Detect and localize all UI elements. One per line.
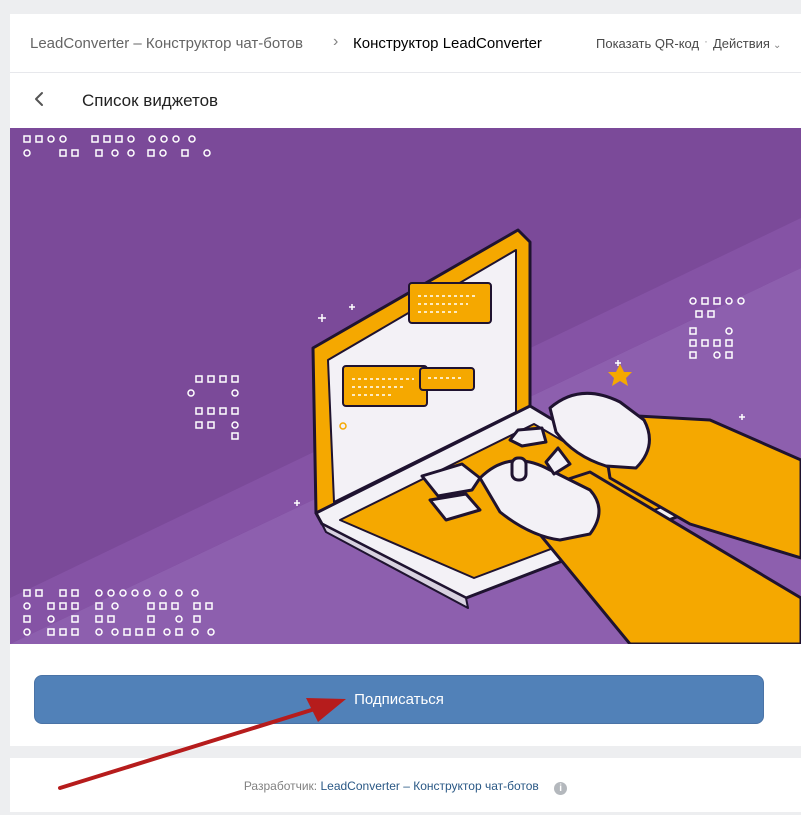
developer-link[interactable]: LeadConverter – Конструктор чат-ботов xyxy=(320,779,538,793)
actions-menu[interactable]: Действия ⌄ xyxy=(713,36,781,51)
chevron-left-icon[interactable] xyxy=(32,91,46,107)
breadcrumb-app-link[interactable]: LeadConverter – Конструктор чат-ботов xyxy=(30,35,303,52)
breadcrumb-current: Конструктор LeadConverter xyxy=(353,35,542,52)
top-bar: LeadConverter – Конструктор чат-ботов › … xyxy=(10,14,801,73)
show-qr-link[interactable]: Показать QR-код xyxy=(596,36,699,51)
robot-laptop-illustration xyxy=(10,128,801,644)
widget-banner-image xyxy=(10,128,801,644)
page-title: Список виджетов xyxy=(82,91,219,110)
developer-prefix: Разработчик: xyxy=(243,779,318,793)
developer-line: Разработчик: LeadConverter – Конструктор… xyxy=(10,779,801,795)
header-dot-separator: · xyxy=(704,34,708,48)
actions-label: Действия xyxy=(713,36,770,51)
footer: Разработчик: LeadConverter – Конструктор… xyxy=(10,758,801,812)
breadcrumb-separator: › xyxy=(333,33,339,50)
chevron-down-icon: ⌄ xyxy=(772,40,782,51)
info-icon[interactable]: i xyxy=(554,782,568,795)
app-card: LeadConverter – Конструктор чат-ботов › … xyxy=(10,14,801,746)
subscribe-button[interactable]: Подписаться xyxy=(34,675,764,724)
